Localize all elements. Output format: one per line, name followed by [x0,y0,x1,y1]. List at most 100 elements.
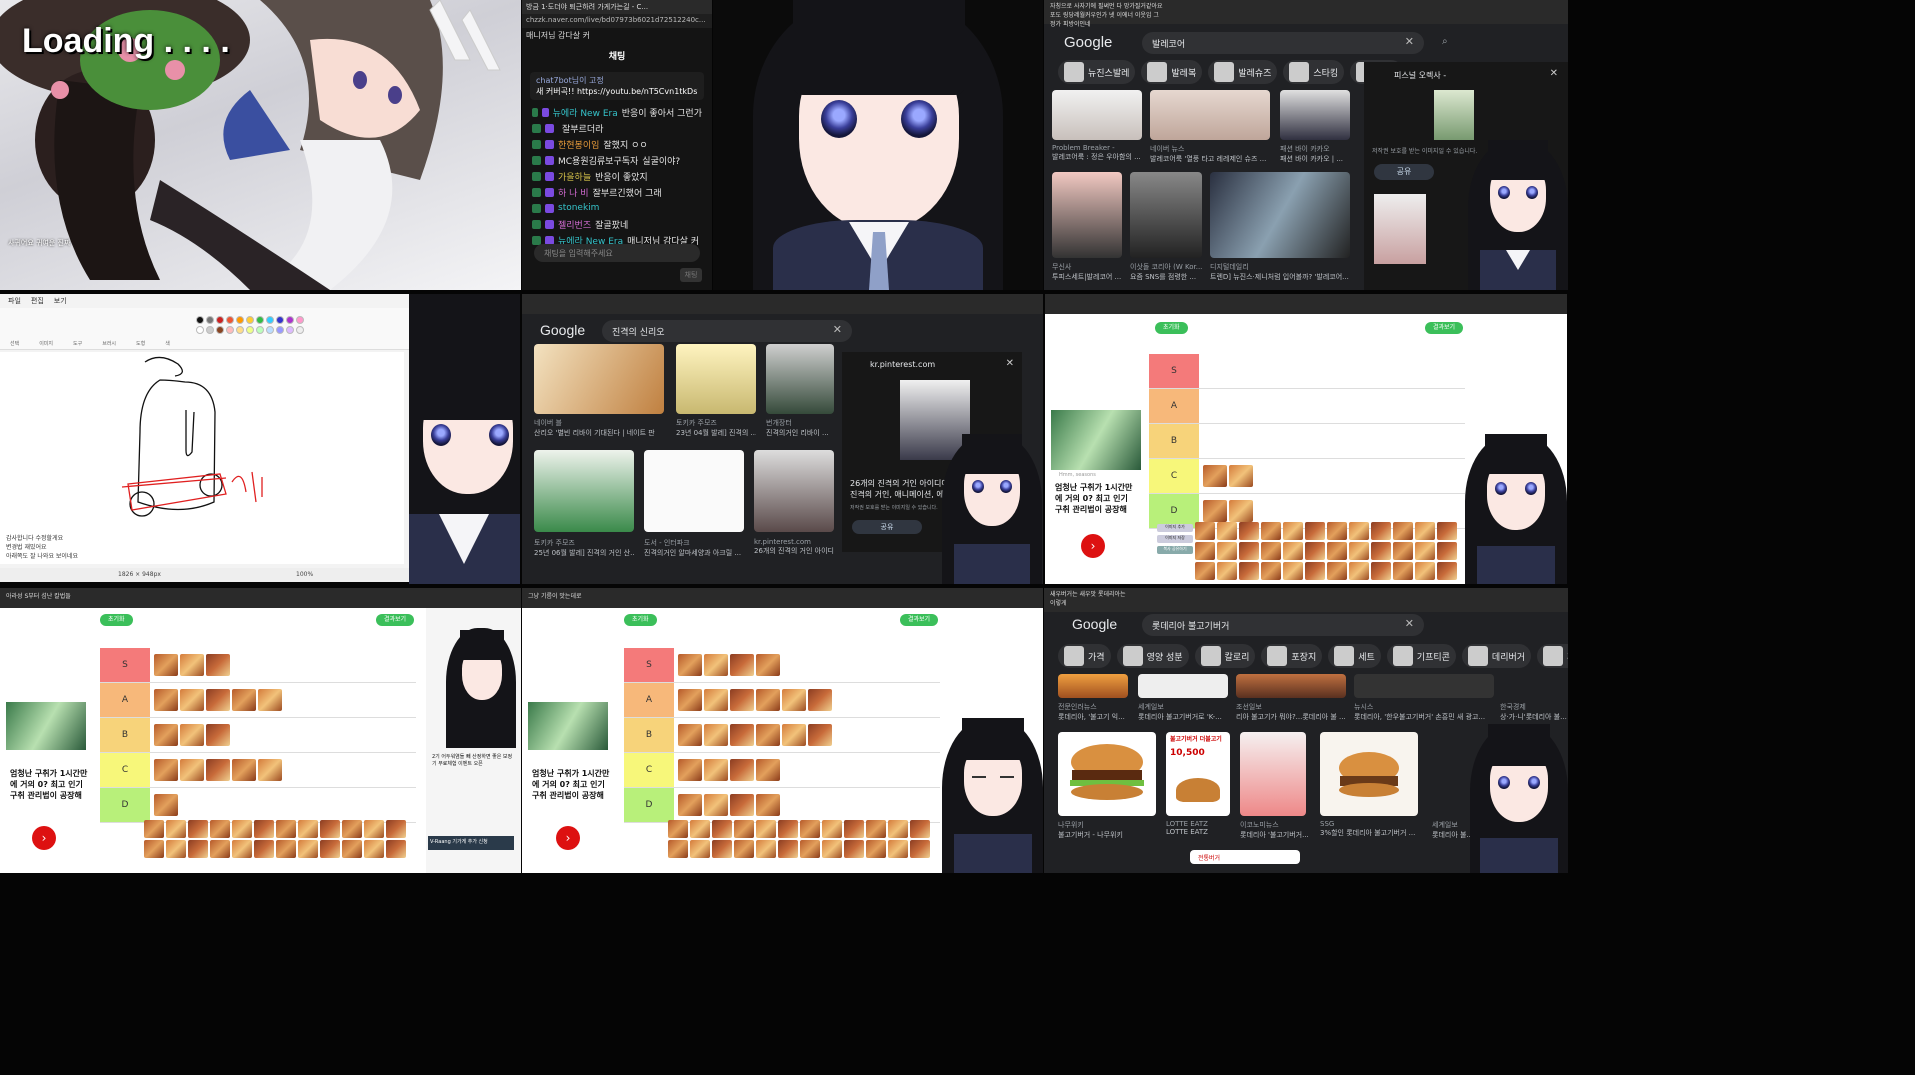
ad-text[interactable]: 엄청난 구취가 1시간만에 거의 0? 최고 인기 구취 관리법이 공장해 [532,768,610,801]
food-item[interactable] [1195,542,1215,560]
tier-items[interactable] [674,648,940,682]
color-swatch[interactable] [246,326,254,334]
ad-text[interactable]: 엄청난 구취가 1시간만에 거의 0? 최고 인기 구취 관리법이 공장해 [10,768,88,801]
color-swatch[interactable] [236,326,244,334]
ad-image[interactable] [1051,410,1141,470]
ad-text[interactable]: 엄청난 구취가 1시간만에 거의 0? 최고 인기 구취 관리법이 공장해 [1055,482,1135,515]
food-item[interactable] [1229,465,1253,487]
chip-item[interactable]: 데리버거 [1461,644,1532,668]
food-item[interactable] [678,654,702,676]
chip-item[interactable]: 발레슈즈 [1208,60,1278,84]
food-item[interactable] [298,820,318,838]
food-item[interactable] [210,840,230,858]
food-item[interactable] [232,820,252,838]
food-item[interactable] [1239,522,1259,540]
food-item[interactable] [1415,522,1435,540]
food-item[interactable] [1239,562,1259,580]
food-item[interactable] [778,820,798,838]
food-item[interactable] [1217,522,1237,540]
food-item[interactable] [866,840,886,858]
color-swatch[interactable] [216,316,224,324]
chip-item[interactable]: 기프티콘 [1386,644,1456,668]
chat-username[interactable]: stonekim [558,203,599,213]
food-item[interactable] [1261,542,1281,560]
food-item[interactable] [154,689,178,711]
food-item[interactable] [678,794,702,816]
reset-button[interactable]: 초기화 [1155,322,1188,334]
food-item[interactable] [1195,562,1215,580]
food-item[interactable] [1437,562,1457,580]
tier-items[interactable] [150,718,416,752]
tool-button[interactable]: 이미지 저장 [1157,535,1193,543]
food-item[interactable] [782,724,806,746]
chat-input[interactable]: 채팅을 입력해주세요 [534,244,700,262]
food-item[interactable] [144,820,164,838]
color-swatch[interactable] [286,316,294,324]
food-item[interactable] [180,724,204,746]
food-item[interactable] [1261,522,1281,540]
tier-items[interactable] [1199,354,1465,388]
result-thumb[interactable] [1150,90,1270,140]
food-item[interactable] [154,654,178,676]
food-item[interactable] [730,689,754,711]
chip-item[interactable]: 영양 성분 [1116,644,1189,668]
menu-view[interactable]: 보기 [54,296,67,306]
color-swatch[interactable] [286,326,294,334]
search-icon[interactable]: ⌕ [1442,36,1448,47]
food-item[interactable] [888,840,908,858]
color-swatch[interactable] [246,316,254,324]
result-thumb[interactable] [754,450,834,532]
food-item[interactable] [1261,562,1281,580]
color-swatch[interactable] [266,326,274,334]
food-item[interactable] [1349,542,1369,560]
aot-search-input[interactable]: 진격의 신리오 ✕ [602,320,852,342]
food-item[interactable] [206,654,230,676]
clear-icon[interactable]: ✕ [1405,35,1414,48]
chip-item[interactable]: 칼로리 [1194,644,1256,668]
color-swatch[interactable] [196,316,204,324]
chip-item[interactable]: 뉴진스발레 [1058,60,1136,84]
food-item[interactable] [730,794,754,816]
chip-item[interactable]: 세트 [1328,644,1381,668]
food-item[interactable] [154,759,178,781]
food-item[interactable] [822,840,842,858]
food-item[interactable] [756,724,780,746]
food-item[interactable] [808,689,832,711]
food-item[interactable] [1305,542,1325,560]
chat-username[interactable]: 하 나 비 [558,186,589,199]
food-item[interactable] [1229,500,1253,522]
food-item[interactable] [1371,542,1391,560]
food-item[interactable] [1203,500,1227,522]
food-item[interactable] [166,820,186,838]
chat-username[interactable]: 한현봉이임 [558,138,599,151]
side-preview-thumb[interactable] [1374,194,1426,264]
result-thumb[interactable] [1138,674,1228,698]
share-button[interactable]: 공유 [1374,164,1434,180]
chat-username[interactable]: 뉴에라 New Era [553,106,618,119]
result-thumb[interactable] [766,344,834,414]
food-item[interactable] [342,820,362,838]
food-item[interactable] [1437,522,1457,540]
food-item[interactable] [1217,562,1237,580]
food-item[interactable] [690,820,710,838]
next-arrow-button[interactable]: › [32,826,56,850]
color-swatch[interactable] [276,316,284,324]
food-item[interactable] [1393,542,1413,560]
food-item[interactable] [778,840,798,858]
food-item[interactable] [1203,465,1227,487]
food-item[interactable] [180,759,204,781]
food-item[interactable] [1415,542,1435,560]
food-item[interactable] [1305,522,1325,540]
food-item[interactable] [210,820,230,838]
food-item[interactable] [910,820,930,838]
food-item[interactable] [364,820,384,838]
food-item[interactable] [258,759,282,781]
food-item[interactable] [1305,562,1325,580]
color-swatch[interactable] [216,326,224,334]
food-item[interactable] [180,689,204,711]
result-thumb[interactable] [1058,674,1128,698]
color-swatch[interactable] [276,326,284,334]
result-thumb[interactable] [1236,674,1346,698]
reset-button[interactable]: 초기화 [100,614,133,626]
ballet-search-input[interactable]: 발레코어 ✕ [1142,32,1424,54]
